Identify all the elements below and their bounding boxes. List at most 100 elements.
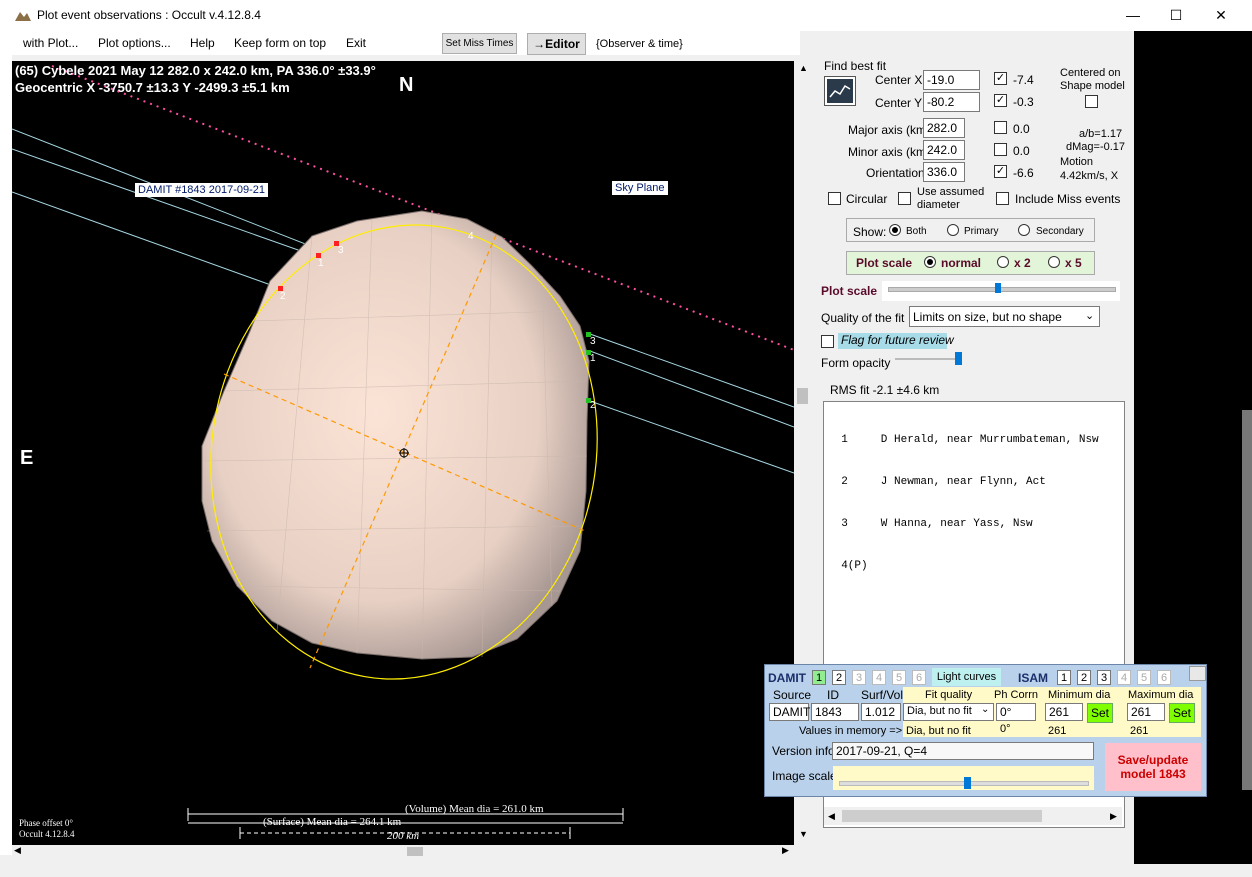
center-x-label: Center X	[875, 73, 923, 87]
plot-horizontal-scrollbar[interactable]: ◀ ▶	[12, 845, 794, 857]
version-info-field[interactable]: 2017-09-21, Q=4	[832, 742, 1094, 760]
show-primary-radio[interactable]	[947, 224, 959, 236]
chord-label: 3	[590, 336, 596, 347]
circular-checkbox[interactable]	[828, 192, 841, 205]
plot-scale-slider[interactable]	[882, 281, 1120, 301]
scroll-thumb[interactable]	[407, 847, 423, 856]
scroll-left-icon[interactable]: ◀	[828, 809, 835, 823]
editor-button[interactable]: →Editor	[527, 33, 586, 55]
show-secondary-radio[interactable]	[1018, 224, 1030, 236]
damit-tab-6[interactable]: 6	[912, 670, 926, 685]
damit-tab-5[interactable]: 5	[892, 670, 906, 685]
fit-quality-header: Fit quality	[925, 689, 973, 701]
list-horizontal-scrollbar[interactable]: ◀ ▶	[824, 807, 1122, 825]
form-opacity-slider[interactable]	[892, 350, 966, 372]
damit-tab-1[interactable]: 1	[812, 670, 826, 685]
flag-review-checkbox[interactable]	[821, 335, 834, 348]
center-y-input[interactable]: -80.2	[923, 92, 980, 112]
damit-tab-4[interactable]: 4	[872, 670, 886, 685]
damit-tab-2[interactable]: 2	[832, 670, 846, 685]
scroll-thumb[interactable]	[797, 388, 808, 404]
surf-vol-field[interactable]: 1.012	[861, 703, 901, 721]
menu-with-plot[interactable]: with Plot...	[23, 36, 78, 50]
source-field[interactable]: DAMIT	[769, 703, 810, 721]
find-best-fit-label: Find best fit	[824, 59, 887, 73]
plot-svg	[12, 65, 794, 839]
plot-header-1: (65) Cybele 2021 May 12 282.0 x 242.0 km…	[15, 63, 376, 78]
save-update-model-button[interactable]: Save/update model 1843	[1105, 743, 1201, 791]
min-dia-field[interactable]: 261	[1045, 703, 1083, 721]
menu-exit[interactable]: Exit	[346, 36, 366, 50]
set-max-dia-button[interactable]: Set	[1169, 703, 1195, 723]
scroll-right-icon[interactable]: ▶	[782, 845, 789, 856]
minimize-button[interactable]: —	[1110, 0, 1156, 31]
isam-tab-2[interactable]: 2	[1077, 670, 1091, 685]
orientation-input[interactable]: 336.0	[923, 162, 965, 182]
center-x-checkbox[interactable]: ✓	[994, 72, 1007, 85]
light-curves-button[interactable]: Light curves	[932, 668, 1001, 686]
set-min-dia-button[interactable]: Set	[1087, 703, 1113, 723]
isam-tab-1[interactable]: 1	[1057, 670, 1071, 685]
center-x-input[interactable]: -19.0	[923, 70, 980, 90]
scale-normal-radio[interactable]	[924, 256, 936, 268]
menu-plot-options[interactable]: Plot options...	[98, 36, 171, 50]
diameter-label: diameter	[917, 199, 960, 211]
scroll-up-icon[interactable]: ▲	[799, 63, 808, 73]
chord-label: 3	[338, 245, 344, 256]
list-item[interactable]: 3 W Hanna, near Yass, Nsw	[828, 517, 1120, 531]
surface-dia-label: (Surface) Mean dia = 264.1 km	[263, 816, 402, 828]
isam-tab-4[interactable]: 4	[1117, 670, 1131, 685]
isam-tab-3[interactable]: 3	[1097, 670, 1111, 685]
dmag-value: dMag=-0.17	[1066, 141, 1126, 153]
slider-thumb[interactable]	[995, 283, 1001, 293]
panel-corner-button[interactable]	[1189, 666, 1206, 681]
use-assumed-checkbox[interactable]	[898, 192, 911, 205]
orientation-checkbox[interactable]: ✓	[994, 165, 1007, 178]
list-item[interactable]: 4(P)	[828, 559, 1120, 573]
menu-keep-on-top[interactable]: Keep form on top	[234, 36, 326, 50]
source-header: Source	[773, 688, 812, 702]
major-axis-checkbox[interactable]	[994, 121, 1007, 134]
ph-corrn-field[interactable]: 0°	[996, 703, 1036, 721]
scroll-thumb[interactable]	[842, 810, 1042, 822]
plot-header-2: Geocentric X -3750.7 ±13.3 Y -2499.3 ±5.…	[15, 80, 290, 95]
slider-thumb[interactable]	[964, 777, 971, 789]
show-both-radio[interactable]	[889, 224, 901, 236]
scale-x5-radio[interactable]	[1048, 256, 1060, 268]
find-best-fit-button[interactable]	[824, 76, 856, 106]
isam-tab-6[interactable]: 6	[1157, 670, 1171, 685]
close-button[interactable]: ✕	[1198, 0, 1244, 31]
set-miss-times-button[interactable]: Set Miss Times	[442, 33, 517, 54]
scroll-left-icon[interactable]: ◀	[14, 845, 21, 856]
include-miss-checkbox[interactable]	[996, 192, 1009, 205]
observer-time-label[interactable]: {Observer & time}	[596, 38, 683, 50]
max-dia-header: Maximum dia	[1128, 689, 1194, 701]
minor-axis-checkbox[interactable]	[994, 143, 1007, 156]
plot-area[interactable]: (65) Cybele 2021 May 12 282.0 x 242.0 km…	[12, 61, 794, 845]
damit-panel: DAMIT 1 2 3 4 5 6 Light curves ISAM 1 2 …	[764, 664, 1207, 797]
list-item[interactable]: 2 J Newman, near Flynn, Act	[828, 475, 1120, 489]
slider-thumb[interactable]	[955, 352, 962, 365]
id-field[interactable]: 1843	[811, 703, 859, 721]
center-y-checkbox[interactable]: ✓	[994, 94, 1007, 107]
shape-model	[201, 210, 590, 660]
quality-dropdown[interactable]: Limits on size, but no shape ⌄	[909, 306, 1100, 327]
scale-x2-radio[interactable]	[997, 256, 1009, 268]
minor-axis-input[interactable]: 242.0	[923, 140, 965, 160]
scroll-down-icon[interactable]: ▼	[799, 829, 808, 839]
list-item[interactable]: 1 D Herald, near Murrumbateman, Nsw	[828, 433, 1120, 447]
max-dia-field[interactable]: 261	[1127, 703, 1165, 721]
chevron-down-icon: ⌄	[1085, 310, 1095, 322]
isam-tab-5[interactable]: 5	[1137, 670, 1151, 685]
major-axis-input[interactable]: 282.0	[923, 118, 965, 138]
damit-tab-3[interactable]: 3	[852, 670, 866, 685]
motion-label: Motion	[1060, 156, 1094, 168]
scroll-right-icon[interactable]: ▶	[1110, 809, 1117, 823]
image-scale-slider[interactable]	[833, 766, 1094, 790]
menu-help[interactable]: Help	[190, 36, 215, 50]
fit-quality-dropdown[interactable]: Dia, but no fit ⌄	[903, 703, 994, 721]
east-label: E	[20, 447, 34, 469]
centered-on-shape-checkbox[interactable]	[1085, 95, 1098, 108]
maximize-button[interactable]: ☐	[1153, 0, 1199, 31]
use-assumed-label: Use assumed	[917, 186, 985, 198]
